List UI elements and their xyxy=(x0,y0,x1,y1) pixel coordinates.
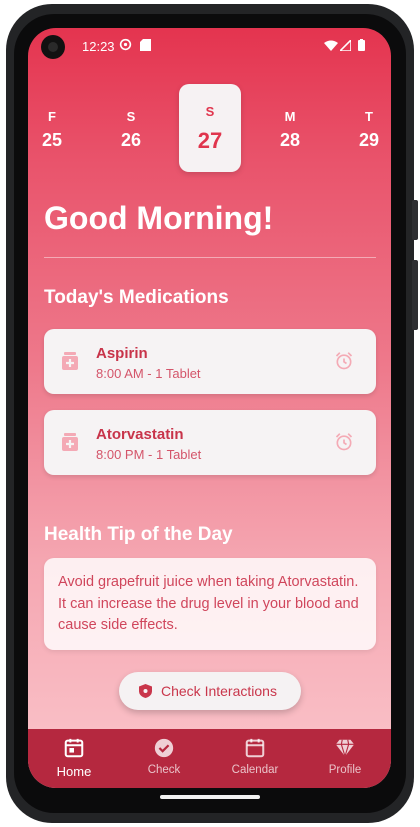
medication-schedule: 8:00 PM - 1 Tablet xyxy=(96,447,202,462)
alarm-icon[interactable] xyxy=(334,432,354,452)
app-screen: 12:23 F 25 S 26 S 27 M 28 T 29 Good Morn… xyxy=(28,28,391,788)
bottom-navigation: Home Check Calendar Profile xyxy=(28,729,391,788)
nav-item-calendar[interactable]: Calendar xyxy=(220,729,290,788)
nav-label: Home xyxy=(56,764,92,779)
day-item[interactable]: F 25 xyxy=(28,84,77,174)
check-interactions-label: Check Interactions xyxy=(161,683,277,699)
day-item-selected[interactable]: S 27 xyxy=(179,84,241,172)
day-item[interactable]: T 29 xyxy=(344,84,391,174)
calendar-day-icon xyxy=(64,738,84,758)
day-name: F xyxy=(48,109,56,124)
sd-card-icon xyxy=(140,39,151,51)
front-camera xyxy=(41,35,65,59)
settings-icon xyxy=(119,38,132,51)
nav-item-profile[interactable]: Profile xyxy=(310,729,380,788)
nav-item-home[interactable]: Home xyxy=(39,729,109,788)
pill-bottle-icon xyxy=(62,433,78,451)
side-button xyxy=(412,200,418,240)
status-time: 12:23 xyxy=(82,39,115,54)
day-name: M xyxy=(284,109,296,124)
medications-section-title: Today's Medications xyxy=(44,287,229,308)
calendar-icon xyxy=(245,738,265,758)
medication-name: Atorvastatin xyxy=(96,426,184,443)
battery-icon xyxy=(358,39,365,51)
nav-label: Calendar xyxy=(231,764,279,776)
pill-bottle-icon xyxy=(62,352,78,370)
diamond-icon xyxy=(335,739,355,757)
health-tip-title: Health Tip of the Day xyxy=(44,524,233,545)
medication-card[interactable]: Atorvastatin 8:00 PM - 1 Tablet xyxy=(44,410,376,475)
signal-icon xyxy=(340,40,351,51)
day-name: S xyxy=(126,109,136,124)
day-number: 28 xyxy=(279,130,301,150)
check-circle-icon xyxy=(154,738,174,758)
health-tip-card: Avoid grapefruit juice when taking Atorv… xyxy=(44,558,376,650)
divider xyxy=(44,257,376,258)
date-strip: F 25 S 26 S 27 M 28 T 29 xyxy=(28,84,391,176)
health-tip-text: Avoid grapefruit juice when taking Atorv… xyxy=(58,574,359,633)
shield-icon xyxy=(139,684,152,698)
medication-schedule: 8:00 AM - 1 Tablet xyxy=(96,366,201,381)
gesture-navigation-bar[interactable] xyxy=(160,795,260,799)
day-number: 25 xyxy=(41,130,63,150)
phone-device: 12:23 F 25 S 26 S 27 M 28 T 29 Good Morn… xyxy=(0,0,420,827)
day-item[interactable]: M 28 xyxy=(265,84,315,174)
alarm-icon[interactable] xyxy=(334,351,354,371)
wifi-icon xyxy=(324,40,338,51)
greeting-title: Good Morning! xyxy=(44,200,274,236)
medication-name: Aspirin xyxy=(96,345,148,362)
day-name: T xyxy=(365,109,373,124)
day-number: 29 xyxy=(358,130,380,150)
day-name: S xyxy=(205,104,215,119)
medication-card[interactable]: Aspirin 8:00 AM - 1 Tablet xyxy=(44,329,376,394)
nav-label: Check xyxy=(147,764,181,776)
volume-button xyxy=(412,260,418,330)
status-bar: 12:23 xyxy=(28,28,391,64)
nav-item-check[interactable]: Check xyxy=(129,729,199,788)
nav-label: Profile xyxy=(328,764,362,776)
day-number: 26 xyxy=(120,130,142,150)
day-item[interactable]: S 26 xyxy=(106,84,156,174)
check-interactions-button[interactable]: Check Interactions xyxy=(119,672,301,710)
day-number: 27 xyxy=(197,128,223,153)
